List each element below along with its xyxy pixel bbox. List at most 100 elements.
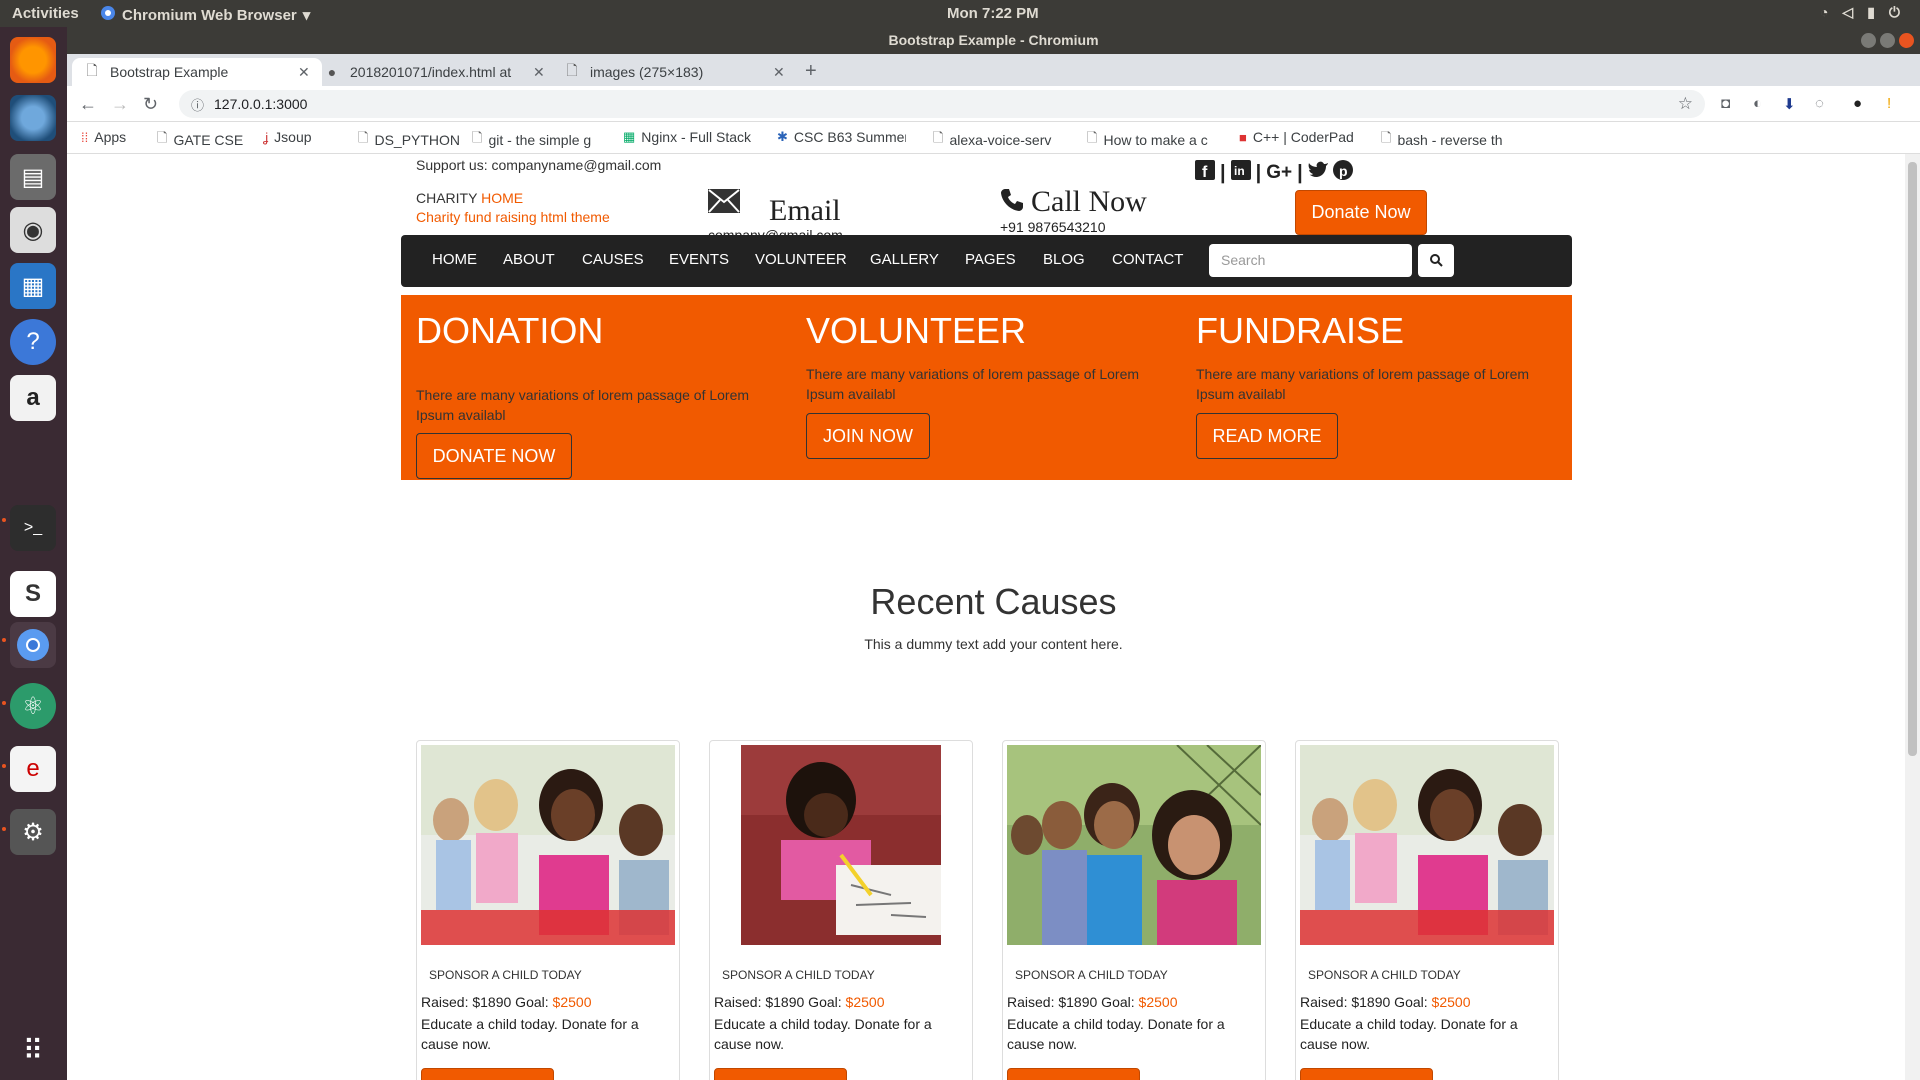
firefox-icon[interactable] <box>10 37 56 83</box>
avatar[interactable]: ● <box>1853 95 1862 112</box>
chromium-launcher-icon[interactable] <box>10 622 56 668</box>
scrollbar-thumb[interactable] <box>1908 162 1917 756</box>
tab-images[interactable]: 🗋 images (275×183) ✕ <box>552 58 797 86</box>
donate-now-card-button[interactable]: Donate Now <box>714 1068 847 1080</box>
close-tab-icon[interactable]: ✕ <box>533 64 545 81</box>
eclipse-icon[interactable]: e <box>10 746 56 792</box>
twitter-icon[interactable] <box>1308 161 1328 185</box>
new-tab-button[interactable]: + <box>805 60 817 83</box>
web-page: Support us: companyname@gmail.com f | in… <box>67 154 1920 1080</box>
activities-button[interactable]: Activities <box>12 5 79 22</box>
bookmark-apps[interactable]: ⁞⁞ Apps <box>81 129 126 145</box>
amazon-icon[interactable]: a <box>10 375 56 421</box>
search-icon <box>1429 254 1443 267</box>
reload-icon[interactable]: ↻ <box>143 94 158 115</box>
donate-now-header-button[interactable]: Donate Now <box>1295 190 1427 235</box>
support-email: Support us: companyname@gmail.com <box>416 157 662 173</box>
browser-toolbar: ← → ↻ ⓘ 127.0.0.1:3000 ☆ ◘ ◐ ⬇ ◌ ● ! <box>67 86 1920 122</box>
search-button[interactable] <box>1418 244 1454 277</box>
nav-about[interactable]: ABOUT <box>503 251 555 268</box>
linkedin-icon[interactable]: in <box>1230 160 1251 186</box>
raised-value: $1890 <box>765 994 805 1010</box>
rhythmbox-icon[interactable]: ◉ <box>10 207 56 253</box>
app-menu[interactable]: Chromium Web Browser ▾ <box>100 5 310 25</box>
join-now-button[interactable]: JOIN NOW <box>806 413 930 459</box>
close-window-button[interactable] <box>1899 33 1914 48</box>
children-group-image <box>1007 745 1261 945</box>
help-icon[interactable]: ? <box>10 319 56 365</box>
goal-value: $2500 <box>1138 994 1178 1010</box>
atom-icon[interactable]: ⚛ <box>10 683 56 729</box>
card-raised-goal: Raised: $1890 Goal: $2500 <box>1007 994 1177 1010</box>
pocket-icon[interactable]: ◘ <box>1721 95 1730 112</box>
card-description: Educate a child today. Donate for a caus… <box>1300 1016 1518 1052</box>
close-tab-icon[interactable]: ✕ <box>298 64 310 81</box>
back-arrow-icon[interactable]: ← <box>79 94 97 115</box>
writer-icon[interactable]: ▦ <box>10 263 56 309</box>
bookmark-star-icon[interactable]: ☆ <box>1678 94 1693 114</box>
maximize-button[interactable] <box>1880 33 1895 48</box>
page-icon: 🗋 <box>933 130 944 145</box>
facebook-icon[interactable]: f <box>1195 160 1215 186</box>
hero-text: There are many variations of lorem passa… <box>806 366 1140 402</box>
donate-now-hero-button[interactable]: DONATE NOW <box>416 433 572 479</box>
card-description: Educate a child today. Donate for a caus… <box>714 1016 932 1052</box>
clock[interactable]: Mon 7:22 PM <box>947 5 1039 22</box>
bookmark-gate-cse[interactable]: 🗋 GATE CSE <box>157 129 243 151</box>
settings-tools-icon[interactable]: ⚙ <box>10 809 56 855</box>
bookmark-jsoup[interactable]: ʝ Jsoup <box>263 129 312 145</box>
forward-arrow-icon[interactable]: → <box>111 94 129 115</box>
bookmark-ds-python[interactable]: 🗋 DS_PYTHON <box>358 129 460 151</box>
page-scrollbar[interactable] <box>1905 154 1920 1080</box>
tab-github[interactable]: ● 2018201071/index.html at ✕ <box>312 58 557 86</box>
page-icon: 🗋 <box>86 62 98 78</box>
show-apps-icon[interactable]: ⠿ <box>10 1027 56 1073</box>
donate-now-card-button[interactable]: Donate Now <box>421 1068 554 1080</box>
nav-pages[interactable]: PAGES <box>965 251 1016 268</box>
pinterest-icon[interactable]: p <box>1332 160 1353 186</box>
google-plus-icon[interactable]: G+ <box>1266 162 1292 184</box>
alert-icon[interactable]: ! <box>1887 95 1891 112</box>
nav-events[interactable]: EVENTS <box>669 251 729 268</box>
minimize-button[interactable] <box>1861 33 1876 48</box>
bookmark-how-to-make[interactable]: 🗋 How to make a c <box>1087 129 1215 151</box>
slack-icon[interactable]: S <box>10 571 56 617</box>
bookmark-alexa[interactable]: 🗋 alexa-voice-serv <box>933 129 1061 151</box>
address-bar[interactable]: ⓘ 127.0.0.1:3000 ☆ <box>179 90 1705 118</box>
donate-now-card-button[interactable]: Donate Now <box>1300 1068 1433 1080</box>
files-icon[interactable]: ▤ <box>10 154 56 200</box>
bookmark-csc-b63[interactable]: ✱ CSC B63 Summer <box>777 129 906 145</box>
bookmark-nginx[interactable]: ▦ Nginx - Full Stack <box>623 129 753 145</box>
wifi-icon: ◔ <box>1819 4 1829 20</box>
raised-label: Raised: <box>1300 994 1352 1010</box>
terminal-icon[interactable]: >_ <box>10 505 56 551</box>
extension-icon[interactable]: ◌ <box>1815 95 1824 112</box>
thunderbird-icon[interactable] <box>10 95 56 141</box>
hero-title: DONATION <box>416 310 604 351</box>
bookmark-bash-reverse[interactable]: 🗋 bash - reverse th <box>1381 129 1509 151</box>
info-icon[interactable]: ⓘ <box>191 95 204 114</box>
donate-now-card-button[interactable]: Donate Now <box>1007 1068 1140 1080</box>
nav-blog[interactable]: BLOG <box>1043 251 1085 268</box>
card-raised-goal: Raised: $1890 Goal: $2500 <box>421 994 591 1010</box>
search-input[interactable]: Search <box>1209 244 1412 277</box>
power-icon: ⏻ <box>1888 4 1900 20</box>
extension-icon[interactable]: ◐ <box>1753 95 1762 112</box>
bookmarks-bar: ⁞⁞ Apps 🗋 GATE CSE ʝ Jsoup 🗋 DS_PYTHON 🗋 git … <box>67 122 1920 154</box>
nav-gallery[interactable]: GALLERY <box>870 251 939 268</box>
bookmark-coderpad[interactable]: ■ C++ | CoderPad <box>1239 129 1354 145</box>
bookmark-git[interactable]: 🗋 git - the simple g <box>472 129 600 151</box>
card-description: Educate a child today. Donate for a caus… <box>421 1016 639 1052</box>
system-tray[interactable]: ◔ ◁ ▮ ⏻ <box>1820 4 1900 21</box>
nav-causes[interactable]: CAUSES <box>582 251 644 268</box>
nav-volunteer[interactable]: VOLUNTEER <box>755 251 847 268</box>
read-more-button[interactable]: READ MORE <box>1196 413 1338 459</box>
nav-contact[interactable]: CONTACT <box>1112 251 1183 268</box>
app-menu-label: Chromium Web Browser <box>122 6 297 24</box>
close-tab-icon[interactable]: ✕ <box>773 64 785 81</box>
tab-bootstrap-example[interactable]: 🗋 Bootstrap Example ✕ <box>72 58 322 86</box>
download-extension-icon[interactable]: ⬇ <box>1783 95 1796 113</box>
phone-number: +91 9876543210 <box>1000 219 1106 235</box>
brand-home-link[interactable]: HOME <box>481 190 523 206</box>
nav-home[interactable]: HOME <box>432 251 477 268</box>
